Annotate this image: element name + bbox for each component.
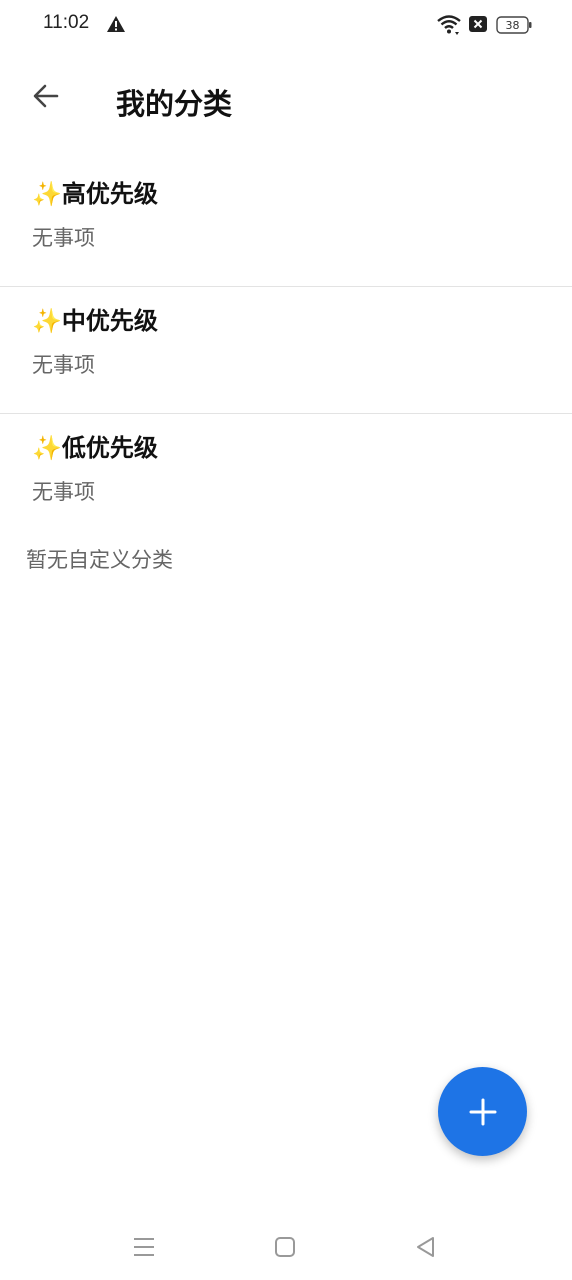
add-category-button[interactable] — [438, 1067, 527, 1156]
status-time: 11:02 — [43, 12, 90, 33]
home-icon[interactable] — [270, 1232, 300, 1262]
app-bar: 我的分类 — [0, 52, 572, 148]
menu-icon[interactable] — [129, 1232, 159, 1262]
category-item-medium[interactable]: ✨中优先级 无事项 — [0, 287, 572, 414]
system-nav-bar — [0, 1210, 572, 1280]
category-list: ✨高优先级 无事项 ✨中优先级 无事项 ✨低优先级 无事项 — [0, 160, 572, 540]
page-title: 我的分类 — [116, 87, 233, 121]
warning-icon — [107, 16, 125, 32]
category-count: 无事项 — [32, 480, 95, 504]
category-name: ✨中优先级 — [32, 301, 158, 336]
status-bar: 11:02 38 — [0, 0, 572, 52]
category-count: 无事项 — [32, 226, 95, 250]
back-nav-icon[interactable] — [411, 1232, 441, 1262]
category-label: 中优先级 — [61, 307, 158, 335]
battery-icon: 38 — [496, 16, 532, 34]
category-label: 低优先级 — [61, 434, 158, 462]
battery-level: 38 — [506, 19, 520, 32]
category-count: 无事项 — [32, 353, 95, 377]
category-item-low[interactable]: ✨低优先级 无事项 — [0, 414, 572, 540]
category-label: 高优先级 — [61, 180, 158, 208]
sparkles-icon: ✨ — [32, 307, 62, 335]
category-item-high[interactable]: ✨高优先级 无事项 — [0, 160, 572, 287]
custom-empty-text: 暂无自定义分类 — [26, 548, 173, 572]
category-name: ✨低优先级 — [32, 428, 158, 463]
sparkles-icon: ✨ — [32, 180, 62, 208]
sparkles-icon: ✨ — [32, 434, 62, 462]
wifi-icon — [437, 15, 461, 35]
back-button[interactable] — [24, 74, 68, 118]
sim-blocked-icon — [469, 16, 487, 32]
plus-icon — [469, 1098, 496, 1125]
category-name: ✨高优先级 — [32, 174, 158, 209]
arrow-left-icon — [33, 84, 59, 108]
